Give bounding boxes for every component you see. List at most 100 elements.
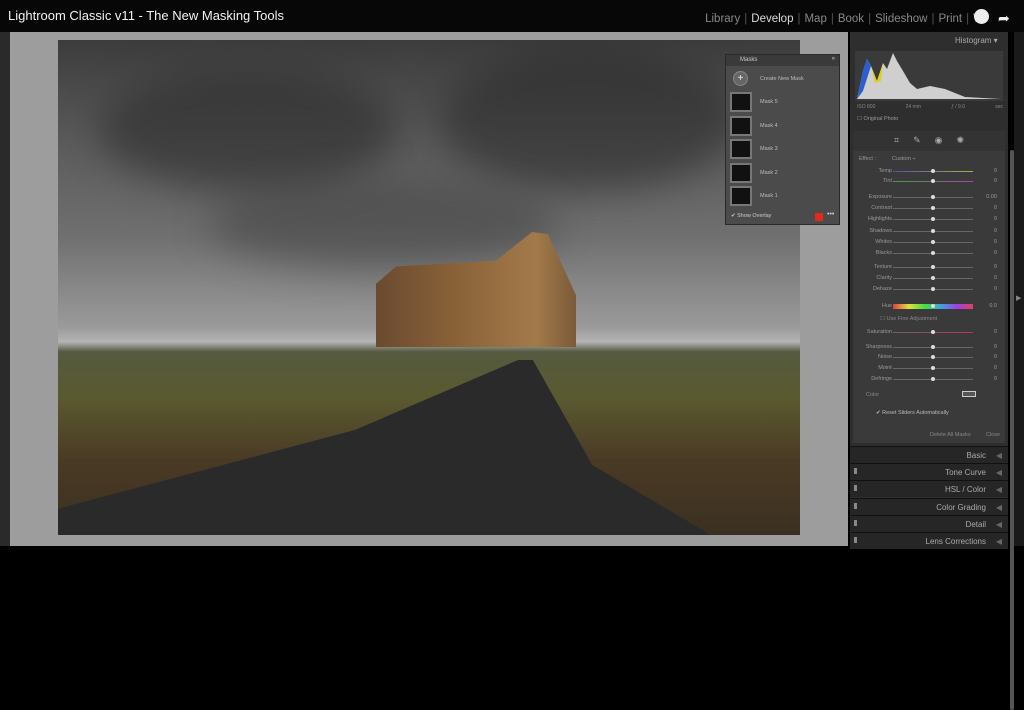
slider-handle[interactable] — [931, 229, 935, 233]
section-hsl-color[interactable]: HSL / Color ◀ — [850, 480, 1008, 498]
slider-handle[interactable] — [931, 265, 935, 269]
slider-handle[interactable] — [931, 366, 935, 370]
section-detail[interactable]: Detail ◀ — [850, 514, 1008, 532]
slider-value[interactable]: 0 — [994, 275, 997, 281]
slider-value[interactable]: 0 — [994, 250, 997, 256]
slider-handle[interactable] — [931, 276, 935, 280]
slider-moire[interactable]: Moiré 0 — [855, 364, 1005, 373]
slider-handle[interactable] — [931, 179, 935, 183]
slider-value[interactable]: 0 — [994, 354, 997, 360]
slider-noise[interactable]: Noise 0 — [855, 353, 1005, 362]
crop-icon[interactable]: ⌗ — [894, 135, 899, 151]
slider-handle[interactable] — [931, 206, 935, 210]
slider-value[interactable]: 0 — [994, 376, 997, 382]
toggle-switch-icon[interactable] — [854, 468, 857, 475]
module-slideshow[interactable]: Slideshow — [875, 13, 927, 25]
slider-highlights[interactable]: Highlights 0 — [855, 215, 1005, 224]
slider-value[interactable]: 0 — [994, 329, 997, 335]
slider-handle[interactable] — [931, 330, 935, 334]
slider-value[interactable]: 0 — [994, 239, 997, 245]
slider-shadows[interactable]: Shadows 0 — [855, 227, 1005, 236]
slider-texture[interactable]: Texture 0 — [855, 263, 1005, 272]
effect-dropdown[interactable]: Custom ÷ — [892, 156, 916, 162]
delete-all-masks-button[interactable]: Delete All Masks — [930, 432, 971, 438]
healing-icon[interactable]: ✎ — [913, 135, 921, 151]
slider-value[interactable]: 0 — [994, 228, 997, 234]
module-print[interactable]: Print — [938, 13, 962, 25]
left-panel-collapsed[interactable] — [0, 32, 10, 546]
slider-whites[interactable]: Whites 0 — [855, 238, 1005, 247]
module-develop[interactable]: Develop — [751, 13, 793, 25]
slider-value[interactable]: 0 — [994, 365, 997, 371]
mask-item[interactable]: Mask 1 — [730, 186, 838, 206]
masks-panel-header[interactable]: Masks » — [726, 55, 839, 66]
slider-value[interactable]: 0 — [994, 344, 997, 350]
histogram[interactable] — [855, 51, 1003, 101]
slider-handle[interactable] — [931, 169, 935, 173]
mask-item[interactable]: Mask 2 — [730, 162, 838, 183]
expand-icon[interactable]: » — [832, 56, 835, 62]
module-map[interactable]: Map — [804, 13, 826, 25]
share-icon[interactable]: ➦ — [998, 10, 1010, 27]
color-swatch[interactable] — [962, 391, 976, 397]
slider-value[interactable]: 0 — [994, 264, 997, 270]
photo[interactable] — [58, 40, 800, 535]
original-photo-checkbox[interactable]: ☐ Original Photo — [857, 116, 898, 122]
slider-exposure[interactable]: Exposure 0.00 — [855, 193, 1005, 202]
slider-handle[interactable] — [931, 345, 935, 349]
slider-saturation[interactable]: Saturation 0 — [855, 328, 1005, 337]
slider-handle[interactable] — [931, 304, 935, 308]
toggle-switch-icon[interactable] — [854, 502, 857, 509]
slider-contrast[interactable]: Contrast 0 — [855, 204, 1005, 213]
mask-thumbnail — [730, 162, 752, 183]
redeye-icon[interactable]: ◉ — [935, 135, 943, 151]
slider-handle[interactable] — [931, 217, 935, 221]
slider-tint[interactable]: Tint 0 — [855, 177, 1005, 186]
overlay-color-swatch[interactable] — [815, 213, 823, 221]
masking-icon[interactable]: ✺ — [956, 135, 964, 151]
slider-blacks[interactable]: Blacks 0 — [855, 249, 1005, 258]
mask-item[interactable]: Mask 3 — [730, 139, 838, 159]
mask-item[interactable]: Mask 5 — [730, 92, 838, 112]
collapse-arrow-icon[interactable]: ▶ — [1016, 294, 1021, 302]
slider-value[interactable]: 0.0 — [989, 303, 997, 309]
module-library[interactable]: Library — [705, 13, 740, 25]
section-lens-corrections[interactable]: Lens Corrections ◀ — [850, 532, 1008, 549]
toggle-switch-icon[interactable] — [854, 537, 857, 543]
slider-value[interactable]: 0 — [994, 286, 997, 292]
clock-icon[interactable] — [974, 9, 989, 24]
slider-clarity[interactable]: Clarity 0 — [855, 274, 1005, 283]
slider-handle[interactable] — [931, 240, 935, 244]
create-new-mask-button[interactable]: + Create New Mask — [730, 69, 838, 89]
section-color-grading[interactable]: Color Grading ◀ — [850, 497, 1008, 515]
more-options-icon[interactable]: ••• — [827, 211, 834, 218]
slider-handle[interactable] — [931, 377, 935, 381]
slider-handle[interactable] — [931, 355, 935, 359]
close-button[interactable]: Close — [986, 432, 1000, 438]
show-overlay-checkbox[interactable]: ✔ Show Overlay — [731, 213, 771, 219]
mask-item[interactable]: Mask 4 — [730, 115, 838, 136]
slider-value[interactable]: 0 — [994, 205, 997, 211]
fine-adjustment-checkbox[interactable]: ☐ Use Fine Adjustment — [880, 316, 937, 322]
slider-value[interactable]: 0 — [994, 168, 997, 174]
section-basic[interactable]: Basic ◀ — [850, 446, 1008, 463]
slider-dehaze[interactable]: Dehaze 0 — [855, 285, 1005, 294]
histogram-header[interactable]: Histogram ▾ — [955, 36, 998, 45]
slider-value[interactable]: 0 — [994, 178, 997, 184]
slider-sharpness[interactable]: Sharpness 0 — [855, 343, 1005, 352]
slider-defringe[interactable]: Defringe 0 — [855, 375, 1005, 384]
slider-value[interactable]: 0 — [994, 216, 997, 222]
mask-label: Mask 4 — [760, 122, 778, 129]
toggle-switch-icon[interactable] — [854, 519, 857, 526]
slider-temp[interactable]: Temp 0 — [855, 167, 1005, 176]
slider-handle[interactable] — [931, 287, 935, 291]
right-panel-edge[interactable]: ▶ — [1014, 32, 1024, 546]
section-tone-curve[interactable]: Tone Curve ◀ — [850, 463, 1008, 481]
module-book[interactable]: Book — [838, 13, 864, 25]
slider-hue[interactable]: Hue 0.0 — [855, 302, 1005, 311]
reset-sliders-checkbox[interactable]: ✔ Reset Sliders Automatically — [876, 410, 949, 416]
toggle-switch-icon[interactable] — [854, 485, 857, 492]
slider-handle[interactable] — [931, 195, 935, 199]
slider-handle[interactable] — [931, 251, 935, 255]
slider-value[interactable]: 0.00 — [986, 194, 997, 200]
